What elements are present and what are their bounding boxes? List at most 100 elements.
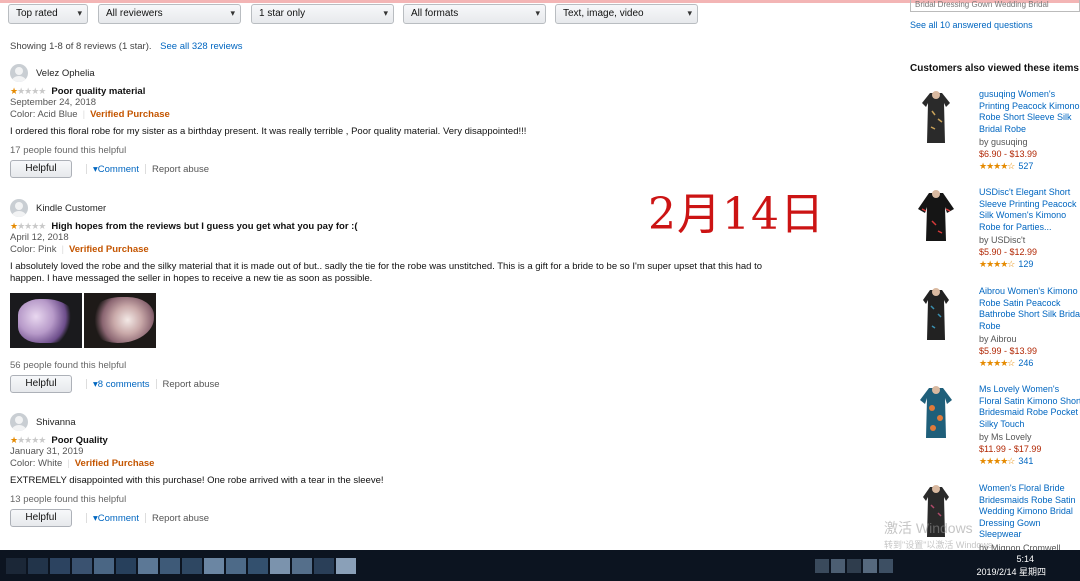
review-title[interactable]: Poor quality material: [51, 86, 145, 97]
product-rating[interactable]: ★★★★☆ 341: [979, 455, 1080, 467]
review-title[interactable]: Poor Quality: [51, 435, 107, 446]
rating-count[interactable]: 129: [1018, 259, 1033, 269]
star-rating[interactable]: ★★★★★: [10, 435, 46, 446]
verified-purchase-badge: Verified Purchase: [68, 244, 149, 255]
taskbar-app-icon[interactable]: [160, 558, 180, 574]
showing-text: Showing 1-8 of 8 reviews (1 star).: [10, 41, 152, 52]
taskbar-app-icon[interactable]: [138, 558, 158, 574]
tray-icon[interactable]: [847, 559, 861, 573]
product-brand: by gusuqing: [979, 137, 1028, 147]
taskbar-app-icon[interactable]: [292, 558, 312, 574]
star-rating[interactable]: ★★★★★: [10, 86, 46, 97]
taskbar-clock[interactable]: 5:14 2019/2/14 星期四: [976, 553, 1046, 579]
product-price: $5.99 - $13.99: [979, 346, 1038, 356]
divider: [86, 379, 87, 389]
product-rating[interactable]: ★★★★☆ 527: [979, 160, 1080, 172]
rating-count[interactable]: 341: [1018, 456, 1033, 466]
activation-watermark: 激活 Windows: [884, 520, 973, 536]
clock-date: 2019/2/14 星期四: [976, 567, 1046, 577]
helpful-button[interactable]: Helpful: [10, 375, 72, 393]
helpful-button[interactable]: Helpful: [10, 160, 72, 178]
review-body: I ordered this floral robe for my sister…: [10, 126, 527, 137]
comments-link[interactable]: ▾8 comments: [93, 379, 150, 390]
product-rating[interactable]: ★★★★☆ 129: [979, 258, 1080, 270]
comment-link[interactable]: ▾Comment: [93, 164, 139, 175]
media-type-label: Text, image, video: [563, 8, 644, 19]
product-color: Color: Pink: [10, 244, 57, 255]
tray-icon[interactable]: [879, 559, 893, 573]
product-image[interactable]: [916, 384, 956, 442]
date-overlay: 2月14日: [648, 189, 825, 240]
product-title[interactable]: Aibrou Women's Kimono Robe Satin Peacock…: [979, 286, 1080, 332]
product-rating[interactable]: ★★★★☆ 246: [979, 357, 1080, 369]
product-price: $11.99 - $17.99: [979, 444, 1042, 454]
taskbar-app-icon[interactable]: [182, 558, 202, 574]
reviewer-profile[interactable]: Velez Ophelia: [10, 63, 800, 83]
helpful-count: 13 people found this helpful: [10, 494, 127, 505]
verified-purchase-badge: Verified Purchase: [74, 458, 155, 469]
taskbar-app-icon[interactable]: [204, 558, 224, 574]
tray-icon[interactable]: [863, 559, 877, 573]
reviewer-type-dropdown[interactable]: All reviewers ▾: [98, 4, 241, 24]
sidebar: Bridal Dressing Gown Wedding Bridal See …: [908, 0, 1080, 553]
divider: [86, 164, 87, 174]
review-title[interactable]: High hopes from the reviews but I guess …: [51, 221, 357, 232]
product-title[interactable]: Women's Floral Bride Bridesmaids Robe Sa…: [979, 483, 1080, 541]
product-title[interactable]: Ms Lovely Women's Floral Satin Kimono Sh…: [979, 384, 1080, 430]
tray-icon[interactable]: [815, 559, 829, 573]
review-meta: Color: Acid Blue | Verified Purchase: [10, 109, 170, 120]
chevron-down-icon: ▾: [535, 8, 540, 18]
comment-link[interactable]: ▾Comment: [93, 513, 139, 524]
product-brand: by USDisc't: [979, 235, 1026, 245]
review-photos: [10, 293, 800, 348]
review-photo[interactable]: [84, 293, 156, 348]
helpful-button[interactable]: Helpful: [10, 509, 72, 527]
taskbar: 5:14 2019/2/14 星期四: [0, 550, 1080, 581]
product-image[interactable]: [916, 89, 956, 147]
sort-dropdown[interactable]: Top rated ▾: [8, 4, 88, 24]
taskbar-app-icon[interactable]: [226, 558, 246, 574]
format-dropdown[interactable]: All formats ▾: [403, 4, 546, 24]
star-rating: ★★★★☆: [979, 259, 1015, 269]
chevron-down-icon: ▾: [230, 8, 235, 18]
taskbar-app-icon[interactable]: [50, 558, 70, 574]
star-rating[interactable]: ★★★★★: [10, 221, 46, 232]
taskbar-app-icon[interactable]: [248, 558, 268, 574]
tray-icon[interactable]: [831, 559, 845, 573]
taskbar-app-icon[interactable]: [72, 558, 92, 574]
taskbar-app-icon[interactable]: [94, 558, 114, 574]
sort-dropdown-label: Top rated: [16, 8, 58, 19]
comment-link-label: Comment: [97, 512, 139, 524]
verified-purchase-badge: Verified Purchase: [90, 109, 170, 120]
review-photo[interactable]: [10, 293, 82, 348]
report-abuse-link[interactable]: Report abuse: [152, 513, 209, 524]
review-date: September 24, 2018: [10, 97, 97, 108]
reviewer-profile[interactable]: Shivanna: [10, 412, 800, 432]
taskbar-app-icon[interactable]: [28, 558, 48, 574]
product-image[interactable]: [916, 187, 956, 245]
star-filter-dropdown[interactable]: 1 star only ▾: [251, 4, 394, 24]
taskbar-app-icon[interactable]: [6, 558, 26, 574]
media-type-dropdown[interactable]: Text, image, video ▾: [555, 4, 698, 24]
divider: [86, 513, 87, 523]
product-title[interactable]: USDisc't Elegant Short Sleeve Printing P…: [979, 187, 1080, 233]
report-abuse-link[interactable]: Report abuse: [163, 379, 220, 390]
product-price: $6.90 - $13.99: [979, 149, 1038, 159]
comments-link-label: 8 comments: [97, 378, 150, 390]
showing-count: Showing 1-8 of 8 reviews (1 star). See a…: [10, 41, 243, 52]
review-body: EXTREMELY disappointed with this purchas…: [10, 475, 384, 486]
taskbar-app-icon[interactable]: [314, 558, 334, 574]
reviewer-name: Kindle Customer: [36, 202, 107, 214]
question-search-field[interactable]: Bridal Dressing Gown Wedding Bridal: [910, 0, 1080, 12]
rating-count[interactable]: 246: [1018, 358, 1033, 368]
product-title[interactable]: gusuqing Women's Printing Peacock Kimono…: [979, 89, 1080, 135]
report-abuse-link[interactable]: Report abuse: [152, 164, 209, 175]
taskbar-app-icon[interactable]: [270, 558, 290, 574]
taskbar-app-icon[interactable]: [336, 558, 356, 574]
see-all-reviews-link[interactable]: See all 328 reviews: [160, 41, 242, 52]
product-image[interactable]: [916, 286, 956, 344]
taskbar-app-icon[interactable]: [116, 558, 136, 574]
clock-time: 5:14: [1016, 554, 1034, 564]
answered-questions-link[interactable]: See all 10 answered questions: [910, 20, 1033, 30]
rating-count[interactable]: 527: [1018, 161, 1033, 171]
